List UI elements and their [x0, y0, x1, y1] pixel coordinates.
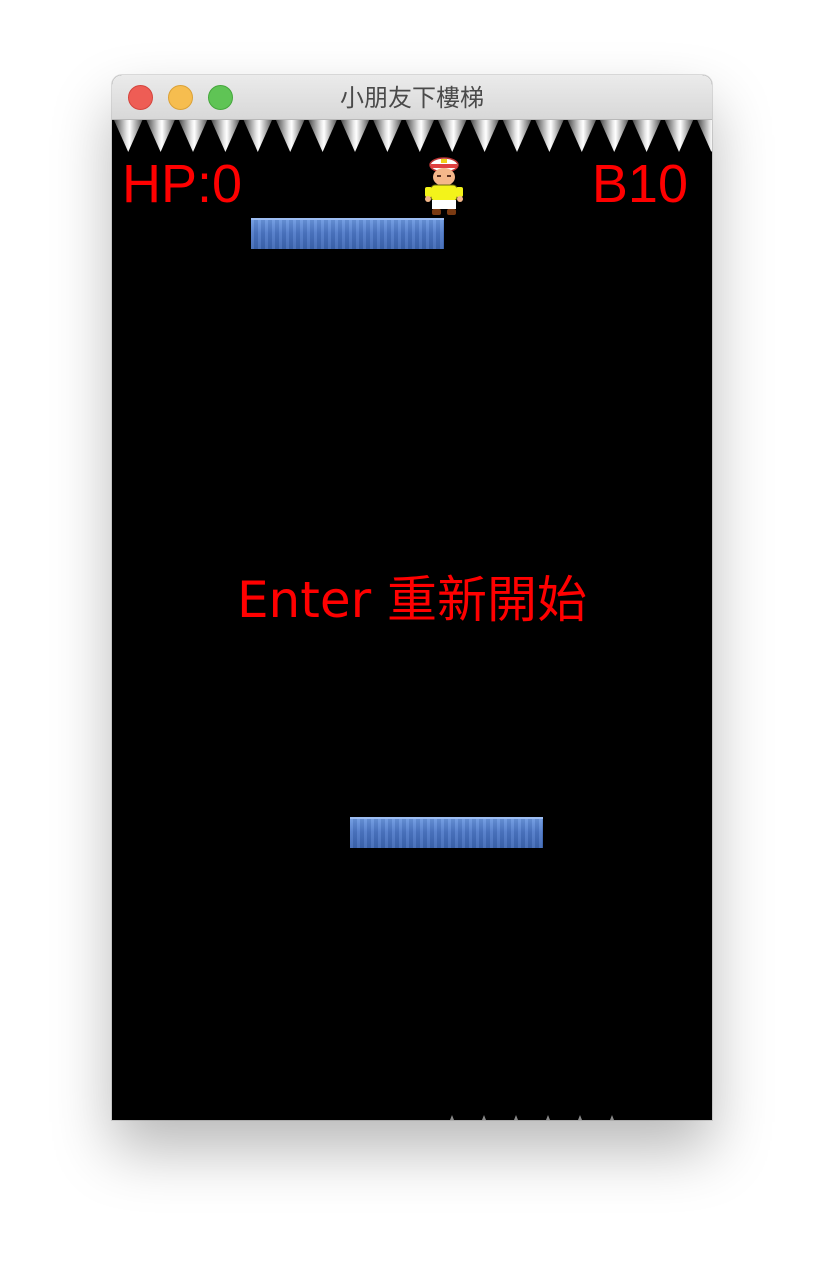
spike — [211, 120, 240, 152]
spike — [567, 120, 596, 152]
spike — [276, 120, 305, 152]
game-canvas[interactable]: HP:0 B10 Enter 重新開始 — [112, 120, 712, 1120]
spike — [535, 120, 564, 152]
spike — [243, 120, 272, 152]
spike — [632, 120, 661, 152]
window-title: 小朋友下樓梯 — [340, 84, 484, 112]
spike — [664, 120, 694, 152]
ceiling-spikes — [114, 120, 712, 152]
hp-label: HP:0 — [122, 154, 243, 214]
spike — [438, 120, 467, 152]
spike — [600, 120, 629, 152]
spike — [405, 120, 434, 152]
spike — [502, 120, 532, 152]
spike — [340, 120, 370, 152]
spike — [308, 120, 337, 152]
player-character — [425, 157, 463, 215]
spike — [470, 120, 499, 152]
spike — [114, 120, 143, 152]
spike — [373, 120, 402, 152]
restart-message: Enter 重新開始 — [236, 571, 588, 629]
platform-ice — [350, 817, 543, 848]
platform-ice — [251, 218, 444, 249]
floor-label: B10 — [591, 154, 688, 214]
game-window: 小朋友下樓梯 HP:0 B10 Enter 重新開始 — [112, 75, 712, 1120]
spike — [697, 120, 712, 152]
spike — [178, 120, 208, 152]
floor-spike-tips — [450, 1115, 614, 1120]
spike — [146, 120, 175, 152]
title-bar[interactable]: 小朋友下樓梯 — [112, 75, 712, 120]
